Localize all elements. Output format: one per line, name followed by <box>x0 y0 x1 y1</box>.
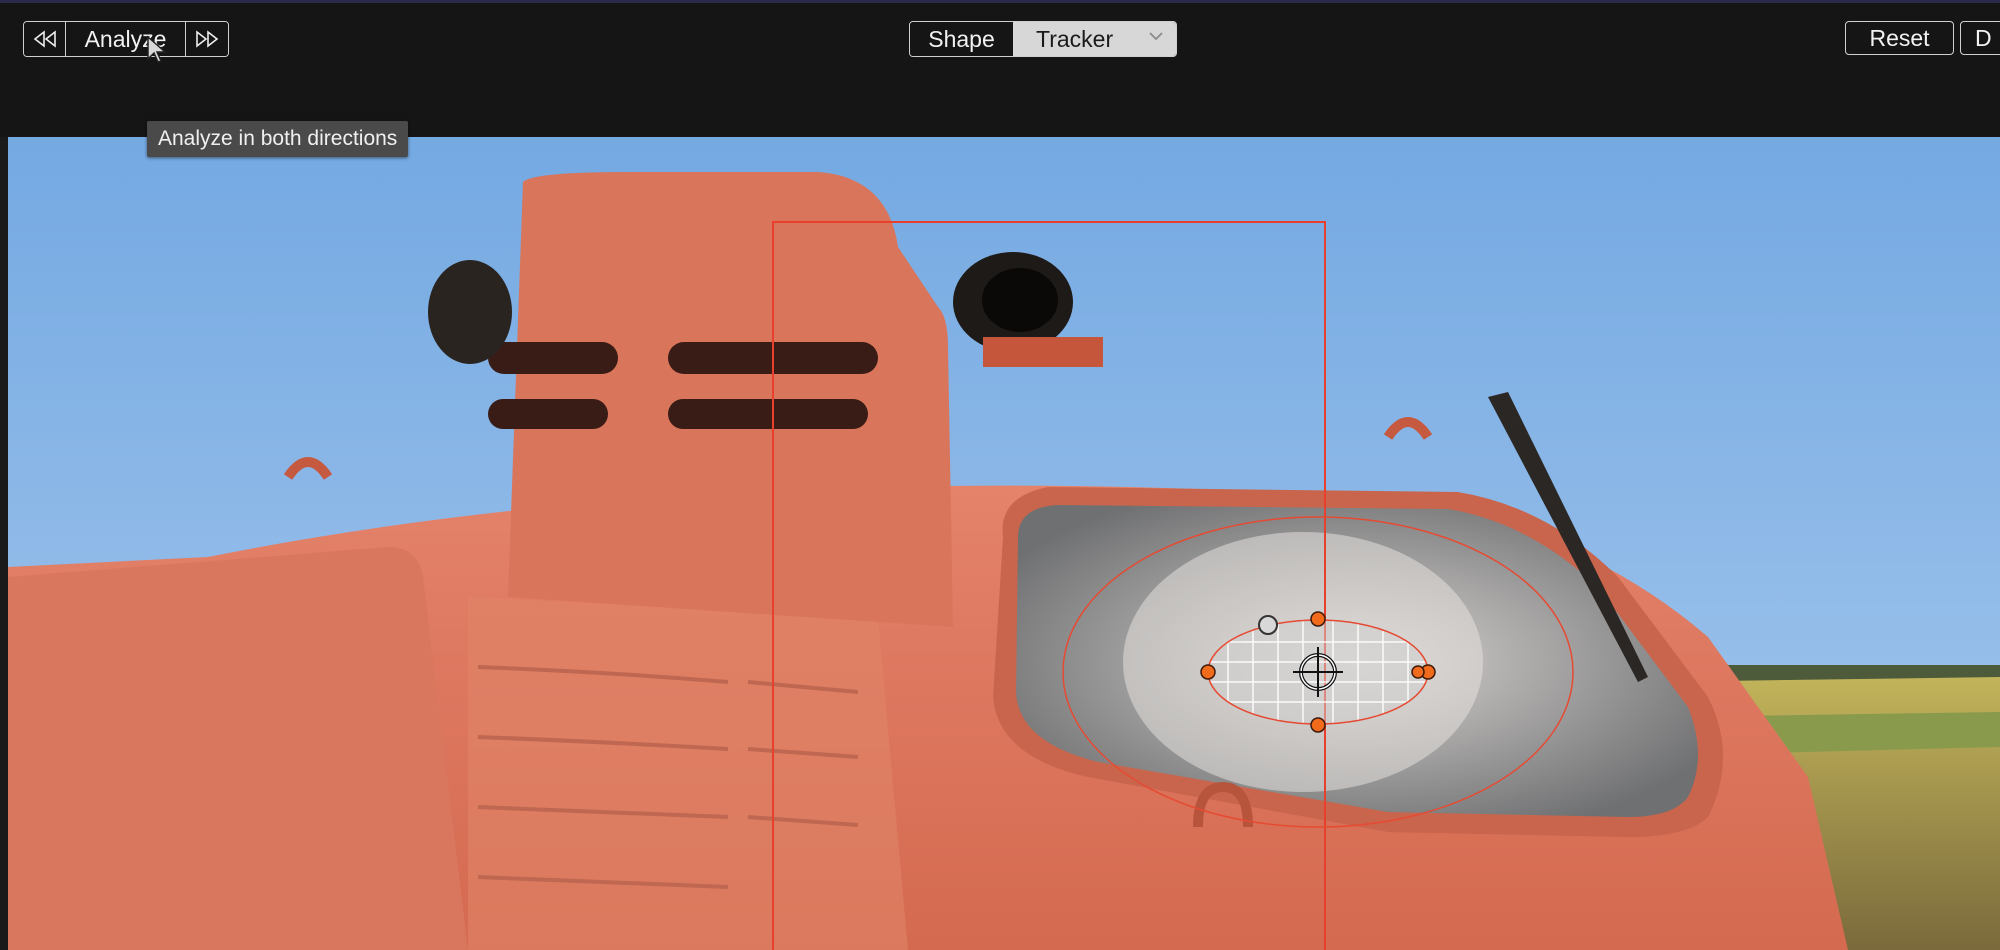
rewind-icon <box>33 30 56 48</box>
analyze-forward-button[interactable] <box>186 22 228 56</box>
chevron-down-icon <box>1148 29 1164 47</box>
mode-tracker-button[interactable]: Tracker <box>1013 22 1176 56</box>
video-viewer[interactable] <box>8 137 2000 950</box>
partial-toolbar-button[interactable]: D <box>1960 21 2000 55</box>
locomotive-hood <box>8 547 468 950</box>
mouse-cursor-icon <box>147 35 167 63</box>
reset-button[interactable]: Reset <box>1845 21 1954 55</box>
fast-forward-icon <box>196 30 219 48</box>
analyze-tooltip: Analyze in both directions <box>147 121 409 157</box>
analyze-button-group: Analyze <box>23 21 229 57</box>
analyze-backward-button[interactable] <box>24 22 66 56</box>
left-panel-edge <box>0 137 8 950</box>
mode-tracker-label: Tracker <box>1036 25 1114 52</box>
horn-left <box>428 260 512 364</box>
tracker-toolbar: Analyze Shape Tracker Reset D <box>0 3 2000 137</box>
mode-segmented-control: Shape Tracker <box>909 21 1177 57</box>
rotation-handle <box>1258 615 1278 635</box>
mode-shape-button[interactable]: Shape <box>910 22 1013 56</box>
video-frame <box>8 137 2000 950</box>
analyze-button[interactable]: Analyze <box>66 22 186 56</box>
